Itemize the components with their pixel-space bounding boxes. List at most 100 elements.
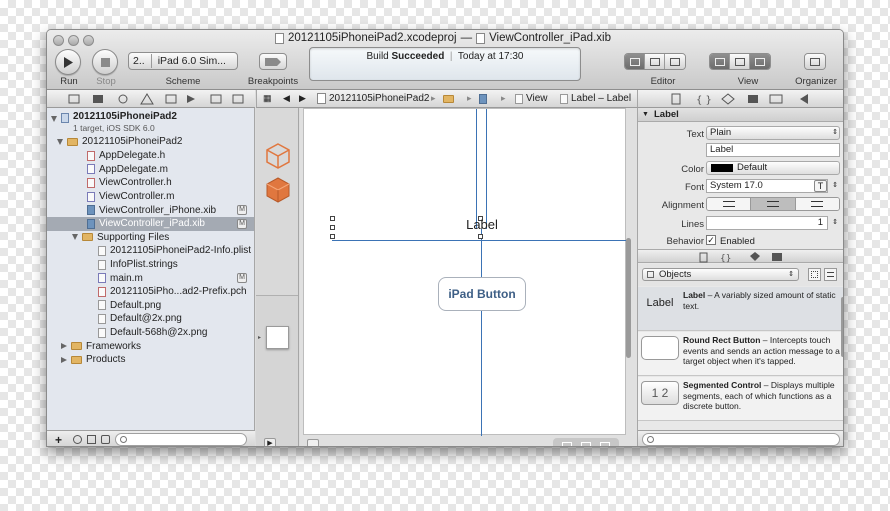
products-group[interactable]: Products (47, 353, 254, 367)
build-status: Build Succeeded | Today at 17:30 (310, 51, 580, 62)
jump-label[interactable]: Label – Label (560, 93, 631, 104)
align-right-button[interactable] (795, 198, 839, 210)
library-item-round-rect-button[interactable]: Round Rect Button – Intercepts touch eve… (638, 332, 843, 376)
ipad-button-element[interactable]: iPad Button (438, 277, 526, 311)
file-item[interactable]: 20121105iPhoneiPad2-Info.plist (47, 244, 254, 258)
show-outline-button[interactable]: ▶ (264, 438, 276, 446)
disclosure-open-icon[interactable] (57, 138, 63, 145)
toggle-utilities-button[interactable] (750, 54, 770, 69)
jump-project[interactable]: 20121105iPhoneiPad2 (317, 93, 429, 104)
organizer-button[interactable] (805, 54, 825, 69)
add-file-button[interactable]: + (55, 433, 62, 446)
file-item[interactable]: AppDelegate.h (47, 149, 254, 163)
search-icon (647, 436, 654, 443)
file-item[interactable]: InfoPlist.strings (47, 258, 254, 272)
group-item[interactable]: 20121105iPhoneiPad2 (47, 135, 254, 149)
scheme-popup[interactable]: 2.. iPad 6.0 Sim... (128, 52, 238, 70)
assistant-editor-button[interactable] (645, 54, 665, 69)
outline-disclosure-icon[interactable]: ▸ (258, 334, 261, 341)
jump-view[interactable]: View (515, 93, 548, 104)
file-item[interactable]: ViewController_iPhone.xib M (47, 203, 254, 217)
navigator-search-field[interactable] (115, 433, 247, 446)
inspector-section-header[interactable]: ▼ Label (638, 108, 843, 122)
unsaved-filter-icon[interactable] (101, 435, 110, 444)
scm-filter-icon[interactable] (87, 435, 96, 444)
file-item[interactable]: AppDelegate.m (47, 163, 254, 177)
supporting-files-group[interactable]: Supporting Files (47, 231, 254, 245)
jump-folder-icon[interactable] (443, 95, 454, 103)
disclosure-closed-icon[interactable] (61, 343, 67, 350)
align-center-button[interactable] (751, 198, 796, 210)
disclosure-open-icon[interactable] (51, 116, 57, 122)
color-popup[interactable]: Default (706, 161, 840, 175)
font-size-stepper[interactable]: ⇕ (832, 181, 838, 189)
lines-stepper[interactable]: ⇕ (832, 218, 838, 226)
file-item-selected[interactable]: ViewController_iPad.xib M (47, 217, 254, 231)
library-item-segmented-control[interactable]: 1 2 Segmented Control – Displays multipl… (638, 377, 843, 421)
grid-view-button[interactable] (808, 268, 821, 281)
text-type-popup[interactable]: Plain (706, 126, 840, 140)
view-object-icon[interactable] (266, 326, 289, 349)
pin-icon[interactable] (581, 442, 591, 446)
toggle-debug-button[interactable] (730, 54, 750, 69)
navigator-tab-icons (68, 93, 244, 105)
breakpoints-button[interactable] (259, 53, 287, 70)
first-responder-icon[interactable] (265, 176, 291, 204)
text-value-field[interactable]: Label (706, 143, 840, 157)
file-item[interactable]: main.m M (47, 271, 254, 285)
file-item[interactable]: Default-568h@2x.png (47, 326, 254, 340)
ipad-view[interactable]: Label iPad Button (303, 108, 627, 436)
color-row: Color Default (638, 161, 843, 177)
enabled-checkbox[interactable]: ✓ (706, 235, 716, 245)
version-editor-button[interactable] (665, 54, 685, 69)
placeholder-objects-section (256, 108, 298, 296)
close-window-button[interactable] (53, 35, 64, 46)
jump-xib-icon[interactable] (479, 94, 487, 104)
recent-filter-icon[interactable] (73, 435, 82, 444)
lines-field[interactable]: 1 (706, 216, 828, 230)
standard-editor-button[interactable] (625, 54, 645, 69)
run-button[interactable] (55, 49, 81, 75)
stop-button[interactable] (92, 49, 118, 75)
file-item[interactable]: 20121105iPho...ad2-Prefix.pch (47, 285, 254, 299)
disclosure-open-icon[interactable] (72, 234, 78, 241)
files-owner-icon[interactable] (265, 142, 291, 170)
resolve-icon[interactable] (600, 442, 610, 446)
related-items-icon[interactable]: ▦ (263, 93, 272, 104)
list-view-button[interactable] (824, 268, 837, 281)
toggle-navigator-button[interactable] (710, 54, 730, 69)
file-item[interactable]: ViewController.h (47, 176, 254, 190)
scheme-target: 2.. (133, 55, 145, 67)
frameworks-group[interactable]: Frameworks (47, 339, 254, 353)
behavior-row: Behavior ✓ Enabled (638, 233, 843, 249)
project-navigator: 20121105iPhoneiPad2 1 target, iOS SDK 6.… (47, 108, 255, 430)
resize-handle[interactable] (330, 225, 335, 230)
jump-view-label: View (526, 93, 548, 104)
vertical-scrollbar[interactable] (626, 238, 631, 358)
resize-handle[interactable] (330, 234, 335, 239)
font-picker-button[interactable]: T (814, 180, 827, 192)
align-left-button[interactable] (707, 198, 752, 210)
library-search-field[interactable] (642, 433, 840, 446)
align-icon[interactable] (562, 442, 572, 446)
file-item[interactable]: ViewController.m (47, 190, 254, 204)
resize-handle[interactable] (330, 216, 335, 221)
forward-arrow-icon[interactable]: ▶ (299, 93, 306, 104)
font-field[interactable]: System 17.0 (706, 179, 828, 193)
section-disclosure-icon[interactable]: ▼ (642, 111, 649, 118)
minimize-window-button[interactable] (68, 35, 79, 46)
back-arrow-icon[interactable]: ◀ (283, 93, 290, 104)
file-item[interactable]: Default.png (47, 299, 254, 313)
label-element[interactable]: Label (454, 217, 510, 232)
inspector-selector-bar: { } (637, 90, 843, 108)
library-filter-popup[interactable]: Objects ⇕ (642, 268, 799, 281)
resize-handle[interactable] (478, 234, 483, 239)
zoom-window-button[interactable] (83, 35, 94, 46)
library-scrollbar[interactable] (841, 297, 843, 357)
library-item-label[interactable]: Label Label – A variably sized amount of… (638, 287, 843, 331)
zoom-control[interactable] (307, 439, 319, 446)
project-root-item[interactable]: 20121105iPhoneiPad2 1 target, iOS SDK 6.… (51, 110, 251, 136)
file-item[interactable]: Default@2x.png (47, 312, 254, 326)
standard-editor-icon (629, 57, 640, 66)
disclosure-closed-icon[interactable] (61, 356, 67, 363)
